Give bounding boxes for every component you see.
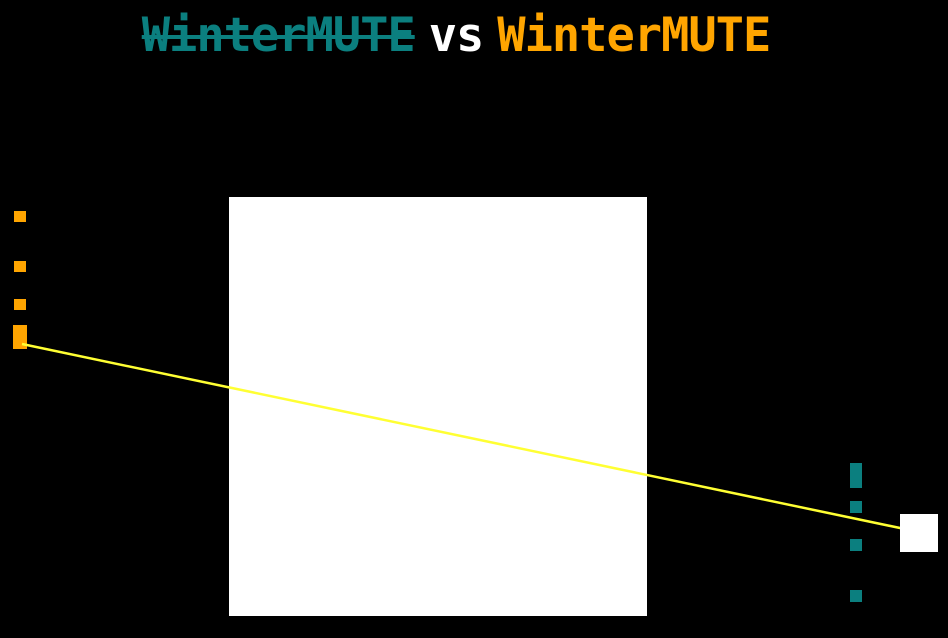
- ball-trajectory: [21, 342, 920, 534]
- game-arena: [0, 0, 948, 638]
- trajectory-line: [21, 342, 920, 534]
- ball: [900, 514, 938, 552]
